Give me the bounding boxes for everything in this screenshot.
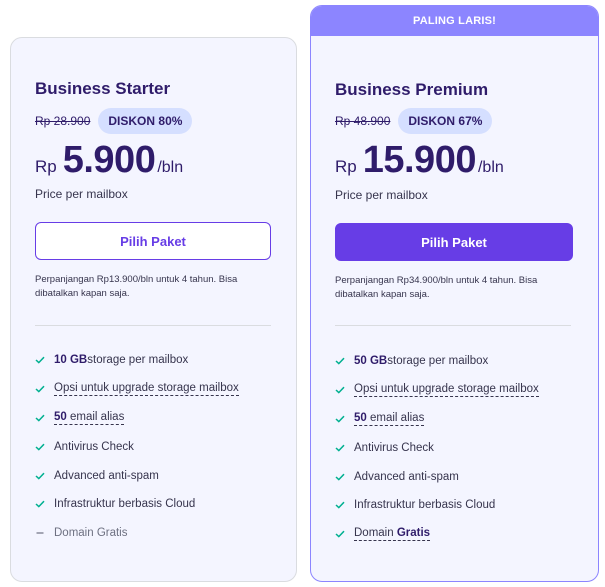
feature-domain: Domain Gratis <box>35 519 239 548</box>
feature-alias-tooltip-link[interactable]: 50 email alias <box>54 410 125 425</box>
check-icon <box>335 357 354 366</box>
choose-plan-button[interactable]: Pilih Paket <box>35 222 271 260</box>
check-icon <box>335 530 354 538</box>
renewal-note: Perpanjangan Rp34.900/bln untuk 4 tahun.… <box>335 275 538 300</box>
divider <box>35 325 271 326</box>
feature-storage-amount: 50 GB <box>354 355 388 368</box>
price-period: /bln <box>477 159 504 176</box>
feature-cloud: Infrastruktur berbasis Cloud <box>335 491 539 520</box>
feature-list: 50 GB storage per mailbox Opsi untuk upg… <box>335 347 539 549</box>
check-icon <box>335 386 354 394</box>
bestseller-ribbon: PALING LARIS! <box>311 6 598 36</box>
price-currency: Rp <box>35 157 57 176</box>
feature-domain-tooltip-link[interactable]: Domain Gratis <box>354 527 431 542</box>
price-amount: 15.900 <box>362 139 477 181</box>
feature-storage-amount: 10 GB <box>54 354 88 367</box>
divider <box>335 325 571 326</box>
feature-antispam: Advanced anti-spam <box>335 462 539 491</box>
price-per-mailbox-label: Price per mailbox <box>35 187 128 201</box>
old-price: Rp 48.900 <box>335 114 391 128</box>
price-currency: Rp <box>335 157 357 176</box>
feature-cloud: Infrastruktur berbasis Cloud <box>35 490 239 519</box>
check-icon <box>335 473 354 481</box>
feature-alias-count: 50 <box>54 410 67 423</box>
feature-alias-tooltip-link[interactable]: 50 email alias <box>354 411 425 426</box>
old-price: Rp 28.900 <box>35 114 91 128</box>
price-row: Rp 28.900 DISKON 80% <box>35 108 193 134</box>
feature-domain-free: Gratis <box>396 527 431 540</box>
check-icon <box>35 500 54 509</box>
feature-cloud-text: Infrastruktur berbasis Cloud <box>54 498 196 511</box>
feature-antispam-text: Advanced anti-spam <box>54 469 159 482</box>
feature-antivirus-text: Antivirus Check <box>54 440 134 453</box>
feature-cloud-text: Infrastruktur berbasis Cloud <box>354 499 496 512</box>
discount-badge: DISKON 67% <box>398 108 493 134</box>
plan-name: Business Starter <box>35 79 171 98</box>
dash-icon <box>35 529 54 537</box>
price-row: Rp 48.900 DISKON 67% <box>335 108 493 134</box>
feature-domain-text: Domain Gratis <box>54 527 128 540</box>
feature-alias-text: email alias <box>366 411 425 424</box>
check-icon <box>35 414 54 422</box>
feature-antispam: Advanced anti-spam <box>35 461 239 490</box>
feature-upgrade: Opsi untuk upgrade storage mailbox <box>335 376 539 405</box>
feature-alias-text: email alias <box>66 410 125 423</box>
check-icon <box>335 501 354 510</box>
price-amount: 5.900 <box>62 139 156 181</box>
price-period: /bln <box>157 159 184 176</box>
feature-storage: 10 GB storage per mailbox <box>35 346 239 375</box>
main-price: Rp 5.900 /bln <box>35 139 183 182</box>
main-price: Rp 15.900 /bln <box>335 139 504 182</box>
check-icon <box>35 443 54 451</box>
feature-upgrade-tooltip-link[interactable]: Opsi untuk upgrade storage mailbox <box>354 383 539 398</box>
feature-upgrade: Opsi untuk upgrade storage mailbox <box>35 375 239 404</box>
plan-card-business-starter: Business Starter Rp 28.900 DISKON 80% Rp… <box>10 37 297 582</box>
feature-antispam-text: Advanced anti-spam <box>354 470 459 483</box>
feature-alias-count: 50 <box>354 411 367 424</box>
renewal-note: Perpanjangan Rp13.900/bln untuk 4 tahun.… <box>35 274 238 299</box>
feature-domain-prefix: Domain <box>354 527 397 540</box>
check-icon <box>335 415 354 423</box>
check-icon <box>35 385 54 393</box>
feature-storage-text: storage per mailbox <box>87 354 189 367</box>
plan-name: Business Premium <box>335 80 489 99</box>
choose-plan-button[interactable]: Pilih Paket <box>335 223 573 261</box>
feature-list: 10 GB storage per mailbox Opsi untuk upg… <box>35 346 239 548</box>
discount-badge: DISKON 80% <box>98 108 193 134</box>
check-icon <box>35 472 54 480</box>
feature-storage: 50 GB storage per mailbox <box>335 347 539 376</box>
check-icon <box>35 356 54 365</box>
feature-storage-text: storage per mailbox <box>387 355 489 368</box>
feature-upgrade-tooltip-link[interactable]: Opsi untuk upgrade storage mailbox <box>54 382 239 397</box>
feature-alias: 50 email alias <box>335 405 539 434</box>
feature-domain: Domain Gratis <box>335 520 539 549</box>
feature-antivirus-text: Antivirus Check <box>354 441 434 454</box>
feature-antivirus: Antivirus Check <box>335 433 539 462</box>
price-per-mailbox-label: Price per mailbox <box>335 188 428 202</box>
check-icon <box>335 444 354 452</box>
feature-antivirus: Antivirus Check <box>35 432 239 461</box>
plan-card-business-premium: PALING LARIS! Business Premium Rp 48.900… <box>310 5 599 582</box>
feature-alias: 50 email alias <box>35 404 239 433</box>
